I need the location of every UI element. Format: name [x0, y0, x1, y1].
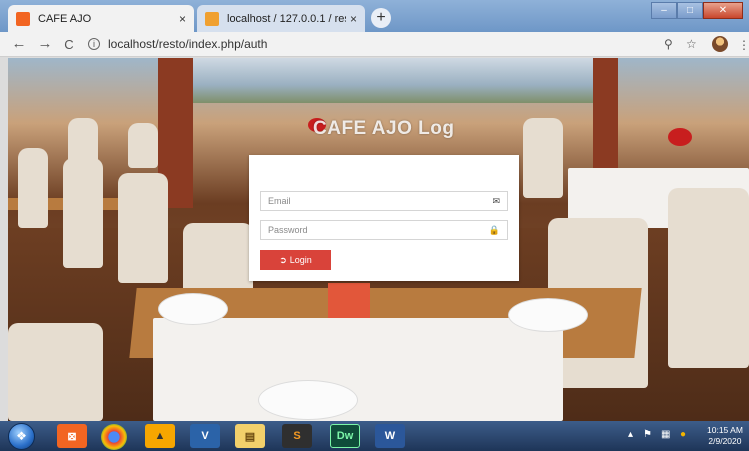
dreamweaver-taskbar-icon[interactable]: Dw — [330, 424, 360, 448]
phpmyadmin-favicon-icon — [205, 11, 219, 26]
clock-time: 10:15 AM — [707, 425, 743, 435]
flower-decoration — [668, 128, 692, 146]
clock-date: 2/9/2020 — [708, 436, 742, 446]
close-tab-icon[interactable]: × — [350, 12, 357, 26]
table-cloth — [153, 318, 563, 421]
browser-titlebar: CAFE AJO × localhost / 127.0.0.1 / resto… — [0, 0, 749, 32]
avast-taskbar-icon[interactable]: ▲ — [145, 424, 175, 448]
chair — [183, 223, 253, 293]
url-text: localhost/resto/index.php/auth — [108, 37, 268, 51]
chair — [128, 123, 158, 168]
battery-power-icon[interactable]: ● — [680, 429, 686, 440]
chair — [18, 148, 48, 228]
chair — [68, 118, 98, 163]
file-explorer-taskbar-icon[interactable]: ▤ — [235, 424, 265, 448]
minimize-button[interactable]: – — [651, 2, 677, 19]
windows-taskbar: ❖ ⊠ ▲ V ▤ S Dw W ▴ ⚑ ▦ ● 10:15 AM 2/9/20… — [0, 421, 749, 451]
site-info-icon[interactable]: i — [88, 38, 100, 50]
brand-title: CAFE AJO Log — [313, 118, 455, 139]
login-button[interactable]: ➲ Login — [260, 250, 331, 270]
tab-cafe-ajo[interactable]: CAFE AJO × — [8, 5, 194, 32]
word-taskbar-icon[interactable]: W — [375, 424, 405, 448]
email-input[interactable] — [268, 196, 493, 206]
pillar — [593, 58, 618, 178]
xampp-taskbar-icon[interactable]: ⊠ — [57, 424, 87, 448]
chrome-taskbar-icon[interactable] — [101, 424, 127, 450]
sign-in-icon: ➲ — [279, 254, 287, 265]
menu-icon[interactable]: ⋮ — [738, 38, 749, 52]
back-button[interactable]: ← — [10, 35, 28, 52]
lock-icon: 🔒 — [488, 224, 500, 235]
tab-phpmyadmin[interactable]: localhost / 127.0.0.1 / resto / kat… × — [197, 5, 365, 32]
plate — [258, 380, 358, 420]
envelope-icon: ✉ — [492, 195, 500, 206]
xampp-favicon-icon — [16, 11, 30, 26]
network-icon[interactable]: ▦ — [661, 429, 670, 440]
browser-toolbar: ← → C i localhost/resto/index.php/auth ⚲… — [0, 32, 749, 57]
new-tab-button[interactable]: + — [371, 8, 391, 28]
chair — [118, 173, 168, 283]
close-tab-icon[interactable]: × — [179, 12, 186, 26]
sea-view-background — [188, 58, 608, 103]
tab-label: localhost / 127.0.0.1 / resto / kat… — [227, 12, 346, 25]
email-field[interactable]: ✉ — [260, 191, 508, 211]
password-field[interactable]: 🔒 — [260, 220, 508, 240]
red-napkin — [328, 283, 370, 318]
tab-label: CAFE AJO — [38, 12, 92, 25]
chair — [668, 188, 749, 368]
show-hidden-icons-icon[interactable]: ▴ — [628, 429, 633, 440]
start-button[interactable]: ❖ — [8, 423, 35, 450]
screen: CAFE AJO × localhost / 127.0.0.1 / resto… — [0, 0, 749, 451]
forward-button[interactable]: → — [36, 35, 54, 52]
window-controls: – □ ✕ — [651, 2, 743, 19]
plate — [508, 298, 588, 332]
maximize-button[interactable]: □ — [677, 2, 703, 19]
chair — [8, 323, 103, 421]
password-input[interactable] — [268, 225, 489, 235]
profile-avatar[interactable] — [712, 36, 728, 52]
system-clock[interactable]: 10:15 AM 2/9/2020 — [707, 425, 743, 447]
action-center-flag-icon[interactable]: ⚑ — [643, 429, 652, 440]
plate — [158, 293, 228, 325]
close-window-button[interactable]: ✕ — [703, 2, 743, 19]
login-card: ✉ 🔒 ➲ Login — [249, 155, 519, 281]
chair — [523, 118, 563, 198]
sublime-taskbar-icon[interactable]: S — [282, 424, 312, 448]
virtualbox-taskbar-icon[interactable]: V — [190, 424, 220, 448]
bookmark-star-icon[interactable]: ☆ — [686, 37, 697, 51]
login-label: Login — [289, 255, 312, 265]
address-bar[interactable]: i localhost/resto/index.php/auth — [88, 34, 648, 54]
zoom-icon[interactable]: ⚲ — [664, 37, 673, 51]
chair — [63, 158, 103, 268]
reload-button[interactable]: C — [60, 37, 78, 52]
